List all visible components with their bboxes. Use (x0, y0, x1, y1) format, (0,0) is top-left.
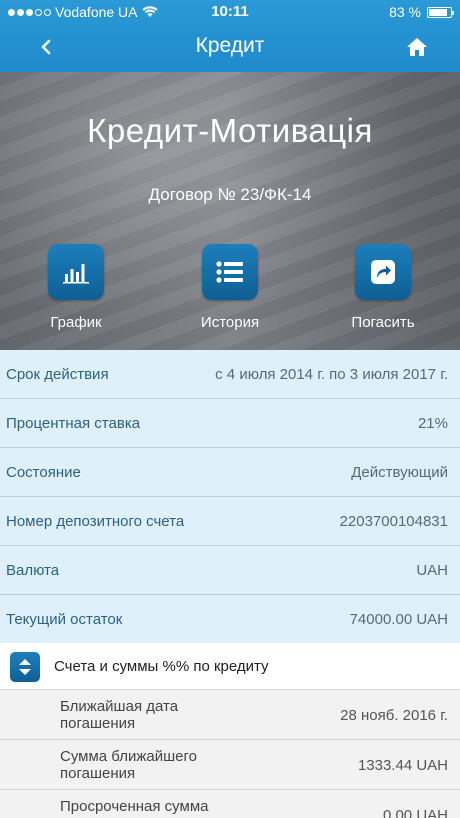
schedule-button-tile[interactable] (48, 244, 104, 300)
battery-info: 83 % (389, 4, 454, 20)
sub-value: 1333.44 UAH (357, 757, 448, 774)
share-arrow-icon (371, 260, 395, 284)
sub-value: 28 нояб. 2016 г. (340, 707, 448, 724)
repay-button-tile[interactable] (355, 244, 411, 300)
detail-row-status: Состояние Действующий (0, 448, 460, 497)
history-button[interactable]: История (175, 244, 285, 331)
home-icon (407, 38, 427, 56)
history-button-tile[interactable] (202, 244, 258, 300)
detail-label: Текущий остаток (6, 611, 123, 628)
top-bar: Vodafone UA 10:11 83 % Кредит (0, 0, 460, 72)
battery-icon (427, 6, 454, 18)
credit-details-list: Срок действия с 4 июля 2014 г. по 3 июля… (0, 350, 460, 644)
status-bar: Vodafone UA 10:11 83 % (0, 0, 460, 22)
schedule-label: График (50, 314, 102, 331)
section-title: Счета и суммы %% по кредиту (54, 658, 269, 675)
detail-row-interest-rate: Процентная ставка 21% (0, 399, 460, 448)
detail-value: UAH (416, 562, 448, 579)
detail-row-term: Срок действия с 4 июля 2014 г. по 3 июля… (0, 350, 460, 399)
detail-label: Номер депозитного счета (6, 513, 185, 530)
contract-number: Договор № 23/ФК-14 (148, 185, 312, 204)
accounts-sub-list: Ближайшая дата погашения 28 нояб. 2016 г… (0, 690, 460, 818)
sub-row-next-payment-amount: Сумма ближайшего погашения 1333.44 UAH (0, 740, 460, 790)
repay-label: Погасить (351, 314, 415, 331)
sub-label: Сумма ближайшего погашения (60, 748, 197, 782)
page-title: Кредит (195, 34, 265, 57)
expand-collapse-icon (19, 659, 31, 675)
repay-button[interactable]: Погасить (328, 244, 438, 331)
detail-row-deposit-account: Номер депозитного счета 2203700104831 (0, 497, 460, 546)
detail-value: с 4 июля 2014 г. по 3 июля 2017 г. (215, 366, 448, 383)
bar-chart-icon (63, 264, 89, 284)
detail-row-currency: Валюта UAH (0, 546, 460, 595)
sub-value: 0.00 UAH (382, 807, 448, 818)
sub-row-overdue-amount: Просроченная сумма 0.00 UAH (0, 790, 460, 818)
detail-value: 74000.00 UAH (349, 611, 448, 628)
credit-card-header: Кредит-Мотивація Договор № 23/ФК-14 Граф… (0, 72, 460, 350)
history-label: История (200, 314, 260, 331)
detail-label: Срок действия (6, 366, 109, 383)
sub-label: Просроченная сумма (60, 798, 209, 815)
detail-label: Процентная ставка (6, 415, 141, 432)
sub-row-next-payment-date: Ближайшая дата погашения 28 нояб. 2016 г… (0, 690, 460, 740)
detail-value: Действующий (351, 464, 448, 481)
list-icon (216, 261, 243, 283)
detail-row-balance: Текущий остаток 74000.00 UAH (0, 595, 460, 644)
detail-label: Валюта (6, 562, 60, 579)
section-toggle-button[interactable] (10, 652, 40, 682)
sub-label: Ближайшая дата погашения (60, 698, 179, 732)
accounts-section-header[interactable]: Счета и суммы %% по кредиту (0, 643, 460, 690)
navigation-bar: Кредит (0, 22, 460, 72)
detail-value: 2203700104831 (339, 513, 448, 530)
product-name: Кредит-Мотивація (87, 112, 373, 149)
schedule-button[interactable]: График (21, 244, 131, 331)
battery-percent: 83 % (389, 4, 421, 20)
detail-value: 21% (417, 415, 448, 432)
home-button[interactable] (404, 34, 430, 60)
detail-label: Состояние (6, 464, 81, 481)
